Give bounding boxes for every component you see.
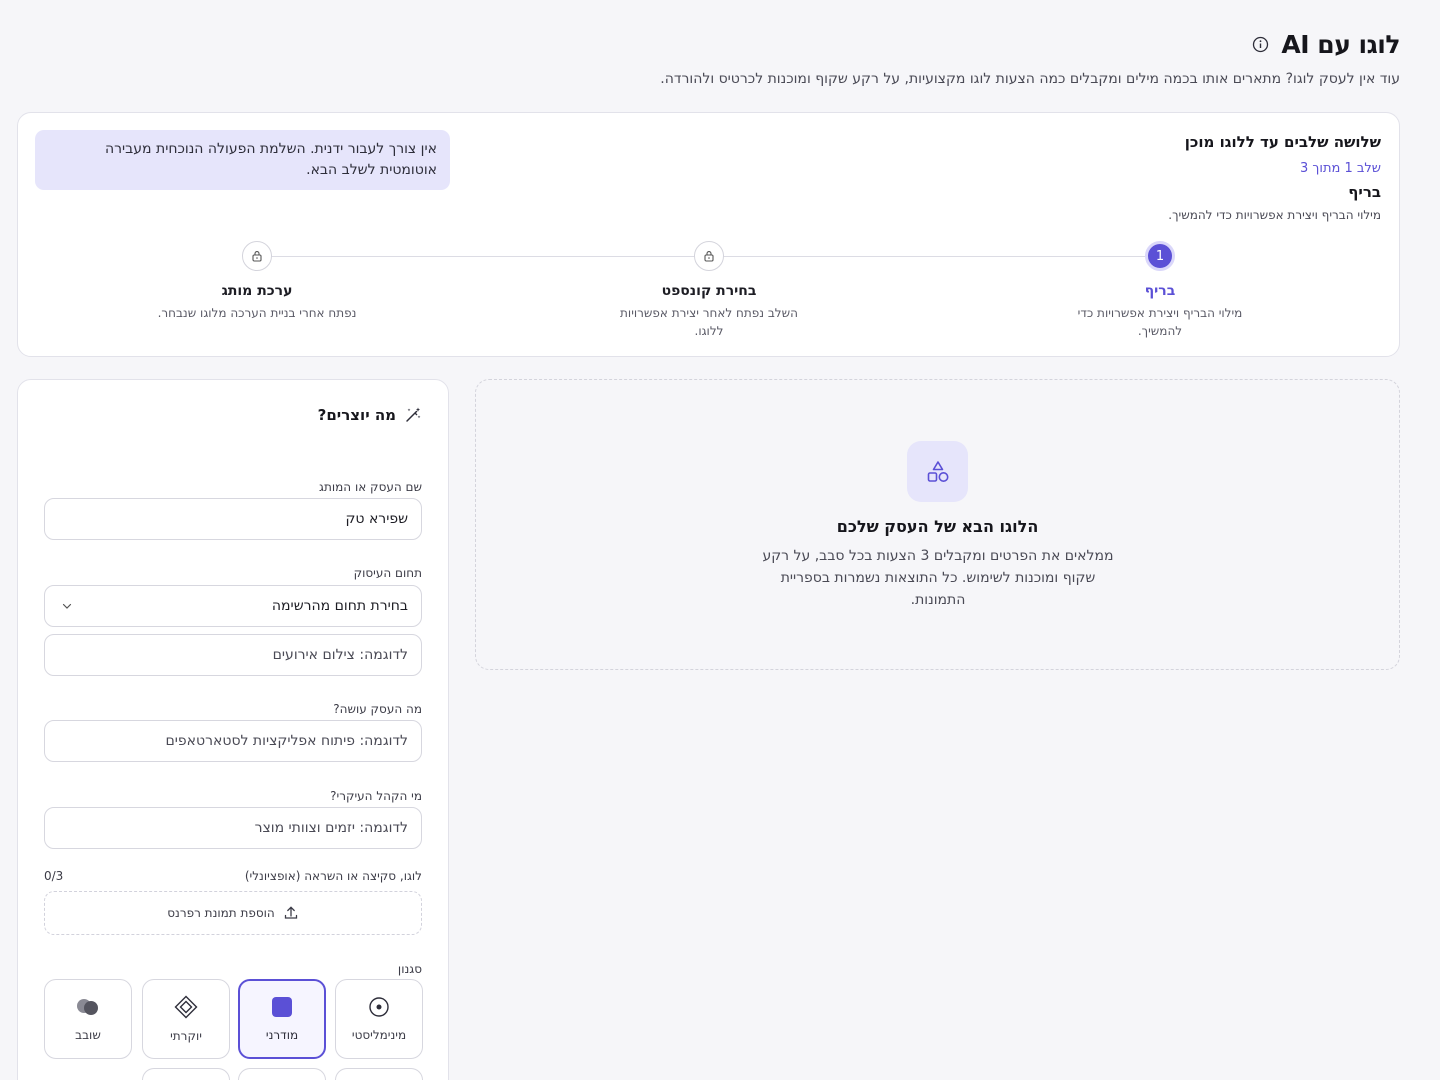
target-icon (368, 996, 390, 1018)
audience-placeholder: לדוגמה: יזמים וצוותי מוצר (254, 820, 408, 836)
what-business-does-label: מה העסק עושה? (333, 702, 422, 716)
step-3-indicator (242, 241, 272, 271)
step-1-description: מילוי הבריף ויצירת אפשרויות כדי להמשיך. (1077, 306, 1243, 338)
toggle-dots-icon (74, 996, 102, 1018)
shapes-icon (927, 460, 948, 482)
reference-label: לוגו, סקיצה או השראה (אופציונלי) (244, 869, 422, 883)
field-of-business-label: תחום העיסוק (353, 566, 422, 580)
step-2-indicator (694, 241, 724, 271)
preview-description: ממלאים את הפרטים ומקבלים 3 הצעות בכל סבב… (762, 548, 1114, 608)
diamond-icon (174, 995, 198, 1019)
step-1-label[interactable]: בריף (1060, 283, 1260, 299)
form-heading-row: מה יוצרים? (318, 406, 422, 424)
style-option-more-3[interactable] (142, 1068, 230, 1080)
style-option-label: שובב (75, 1028, 101, 1042)
what-business-does-placeholder: לדוגמה: פיתוח אפליקציות לסטארטאפים (165, 733, 409, 749)
auto-advance-note: אין צורך לעבור ידנית. השלמת הפעולה הנוכח… (35, 130, 450, 190)
field-of-business-select[interactable]: בחירת תחום מהרשימה (44, 585, 422, 627)
page-title-row: לוגו עם AI (1252, 30, 1400, 59)
reference-counter: 0/3 (44, 869, 64, 883)
upload-reference-label: הוספת תמונת רפרנס (167, 906, 275, 920)
form-heading: מה יוצרים? (317, 406, 396, 424)
audience-input[interactable]: לדוגמה: יזמים וצוותי מוצר (44, 807, 422, 849)
field-other-input[interactable]: לדוגמה: צילום אירועים (44, 634, 422, 676)
style-option-more-1[interactable] (335, 1068, 423, 1080)
what-business-does-input[interactable]: לדוגמה: פיתוח אפליקציות לסטארטאפים (44, 720, 422, 762)
current-step-description: מילוי הבריף ויצירת אפשרויות כדי להמשיך. (1168, 208, 1381, 222)
style-option-label: יוקרתי (170, 1029, 202, 1043)
lock-icon (252, 251, 262, 262)
brief-form-card: מה יוצרים? שם העסק או המותג שפירא טק תחו… (17, 379, 449, 1080)
shapes-icon-box (907, 441, 968, 502)
step-2-description: השלב נפתח לאחר יצירת אפשרויות ללוגו. (620, 306, 798, 338)
style-option-playful[interactable]: שובב (44, 979, 132, 1059)
magic-wand-icon (404, 406, 422, 424)
business-name-input[interactable]: שפירא טק (44, 498, 422, 540)
lock-icon (704, 251, 714, 262)
style-option-luxury[interactable]: יוקרתי (142, 979, 230, 1059)
style-option-modern[interactable]: מודרני (238, 979, 326, 1059)
upload-icon (283, 905, 299, 921)
step-1-indicator[interactable]: 1 (1145, 241, 1175, 271)
page-subtitle: עוד אין לעסק לוגו? מתארים אותו בכמה מילי… (660, 71, 1400, 87)
audience-label: מי הקהל העיקרי? (330, 789, 422, 803)
step-1-number: 1 (1155, 248, 1165, 264)
logo-preview-area: הלוגו הבא של העסק שלכם ממלאים את הפרטים … (475, 379, 1400, 670)
style-option-more-2[interactable] (238, 1068, 326, 1080)
style-option-minimalist[interactable]: מינימליסטי (335, 979, 423, 1059)
step-3-label: ערכת מותג (221, 283, 293, 299)
step-3-description: נפתח אחרי בניית הערכה מלוגו שנבחר. (157, 306, 357, 320)
info-icon[interactable] (1252, 36, 1269, 53)
field-other-placeholder: לדוגמה: צילום אירועים (272, 647, 408, 663)
upload-reference-button[interactable]: הוספת תמונת רפרנס (44, 891, 422, 935)
field-of-business-value: בחירת תחום מהרשימה (271, 598, 408, 614)
step-2-label: בחירת קונספט (661, 283, 757, 299)
style-label: סגנון (397, 962, 422, 976)
steps-count: שלב 1 מתוך 3 (1300, 161, 1381, 176)
business-name-label: שם העסק או המותג (319, 480, 422, 494)
style-option-label: מינימליסטי (351, 1028, 407, 1042)
preview-title: הלוגו הבא של העסק שלכם (836, 517, 1039, 536)
page-title: לוגו עם AI (1281, 30, 1400, 59)
current-step-name: בריף (1348, 183, 1381, 201)
style-option-label: מודרני (265, 1028, 299, 1042)
steps-heading: שלושה שלבים עד ללוגו מוכן (1184, 133, 1381, 151)
chevron-down-icon (62, 603, 72, 609)
square-icon (271, 996, 293, 1018)
steps-card: שלושה שלבים עד ללוגו מוכן שלב 1 מתוך 3 ב… (17, 112, 1400, 357)
business-name-value: שפירא טק (345, 511, 408, 527)
